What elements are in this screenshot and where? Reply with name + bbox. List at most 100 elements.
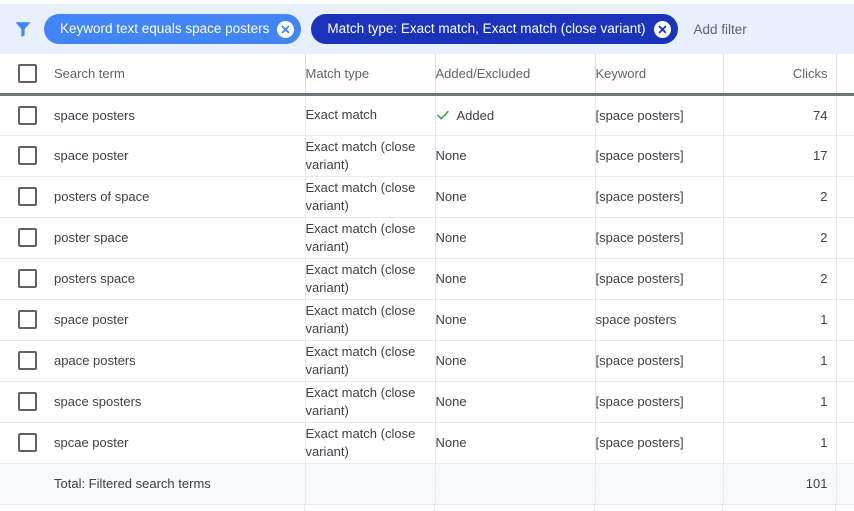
table-row[interactable]: space posters Exact match Added [space post… <box>0 94 854 136</box>
added-excluded-label: None <box>435 394 467 409</box>
row-select-checkbox[interactable] <box>18 187 37 206</box>
table-body: space posters Exact match Added [space post… <box>0 94 854 505</box>
filter-bar: Keyword text equals space posters Match … <box>0 4 854 54</box>
table-row[interactable]: posters of space Exact match (close varia… <box>0 176 854 218</box>
close-icon[interactable] <box>653 20 671 38</box>
select-all-checkbox[interactable] <box>18 63 37 83</box>
cell-search-term: spcae poster <box>54 422 306 464</box>
cell-search-term: posters space <box>54 258 306 300</box>
cell-keyword: [space posters] <box>595 217 724 259</box>
cell-match-type: Exact match (close variant) <box>305 176 436 218</box>
added-excluded-label: None <box>435 230 467 245</box>
filter-bar-container: Keyword text equals space posters Match … <box>0 0 854 54</box>
cell-clicks: 1 <box>723 381 837 423</box>
cell-search-term: space sposters <box>54 381 306 423</box>
row-select-cell <box>0 135 54 177</box>
table-row[interactable]: apace posters Exact match (close variant)… <box>0 340 854 382</box>
total-overflow <box>836 463 854 505</box>
total-clicks: 101 <box>723 463 837 505</box>
cell-overflow <box>836 135 854 177</box>
add-filter-button[interactable]: Add filter <box>688 22 747 37</box>
cell-added-excluded: None <box>435 135 596 177</box>
table-row[interactable]: spcae poster Exact match (close variant) N… <box>0 422 854 464</box>
column-header-clicks[interactable]: Clicks <box>723 54 837 96</box>
added-excluded-label: None <box>435 189 467 204</box>
cell-clicks: 2 <box>723 258 837 300</box>
cell-search-term: space poster <box>54 299 306 341</box>
cell-match-type: Exact match (close variant) <box>305 340 436 382</box>
cell-clicks: 2 <box>723 176 837 218</box>
cell-search-term: poster space <box>54 217 306 259</box>
cell-keyword: [space posters] <box>595 94 724 136</box>
cell-overflow <box>836 340 854 382</box>
close-icon[interactable] <box>277 20 295 38</box>
cell-overflow <box>836 217 854 259</box>
table-row[interactable]: poster space Exact match (close variant) N… <box>0 217 854 259</box>
row-select-cell <box>0 94 54 136</box>
cell-clicks: 1 <box>723 299 837 341</box>
row-select-cell <box>0 381 54 423</box>
added-excluded-label: None <box>435 435 467 450</box>
row-select-cell <box>0 176 54 218</box>
row-select-checkbox[interactable] <box>18 433 37 452</box>
cell-overflow <box>836 299 854 341</box>
total-label: Total: Filtered search terms <box>54 463 306 505</box>
added-excluded-label: None <box>435 271 467 286</box>
added-excluded-label: None <box>435 312 467 327</box>
row-select-cell <box>0 217 54 259</box>
cell-overflow <box>836 422 854 464</box>
table-row[interactable]: space poster Exact match (close variant) N… <box>0 135 854 177</box>
table-row[interactable]: space poster Exact match (close variant) N… <box>0 299 854 341</box>
cell-keyword: [space posters] <box>595 422 724 464</box>
row-select-cell <box>0 258 54 300</box>
column-header-keyword[interactable]: Keyword <box>595 54 724 96</box>
next-row-partial <box>0 504 854 511</box>
row-select-checkbox[interactable] <box>18 105 37 125</box>
row-select-checkbox[interactable] <box>18 392 37 411</box>
table-header-row: Search term Match type Added/Excluded Ke… <box>0 54 854 96</box>
cell-match-type: Exact match (close variant) <box>305 217 436 259</box>
added-excluded-label: Added <box>456 107 495 123</box>
cell-keyword: [space posters] <box>595 176 724 218</box>
column-header-match-type[interactable]: Match type <box>305 54 436 96</box>
added-excluded-label: None <box>435 148 467 163</box>
column-header-added-excluded[interactable]: Added/Excluded <box>435 54 596 96</box>
cell-clicks: 1 <box>723 422 837 464</box>
cell-clicks: 17 <box>723 135 837 177</box>
cell-match-type: Exact match (close variant) <box>305 258 436 300</box>
row-select-checkbox[interactable] <box>18 269 37 288</box>
filter-chip-match-type[interactable]: Match type: Exact match, Exact match (cl… <box>311 14 678 44</box>
total-keyword <box>595 463 724 505</box>
cell-keyword: [space posters] <box>595 340 724 382</box>
cell-clicks: 1 <box>723 340 837 382</box>
cell-keyword: [space posters] <box>595 381 724 423</box>
cell-keyword: [space posters] <box>595 135 724 177</box>
table-header: Search term Match type Added/Excluded Ke… <box>0 54 854 96</box>
cell-added-excluded: None <box>435 422 596 464</box>
search-terms-table: Search term Match type Added/Excluded Ke… <box>0 54 854 505</box>
column-header-search-term[interactable]: Search term <box>54 54 306 96</box>
row-select-cell <box>0 340 54 382</box>
row-select-checkbox[interactable] <box>18 228 37 247</box>
table-row[interactable]: posters space Exact match (close variant)… <box>0 258 854 300</box>
select-all-header-cell <box>0 54 54 96</box>
row-select-checkbox[interactable] <box>18 146 37 165</box>
row-select-checkbox[interactable] <box>18 310 37 329</box>
cell-added-excluded: None <box>435 217 596 259</box>
row-select-cell <box>0 422 54 464</box>
total-added-excluded <box>435 463 596 505</box>
check-icon <box>436 110 449 120</box>
cell-overflow <box>836 258 854 300</box>
table-total-row: Total: Filtered search terms 101 <box>0 463 854 505</box>
cell-keyword: space posters <box>595 299 724 341</box>
row-select-checkbox[interactable] <box>18 351 37 370</box>
cell-search-term: apace posters <box>54 340 306 382</box>
filter-funnel-icon[interactable] <box>14 20 32 38</box>
filter-chip-keyword-text[interactable]: Keyword text equals space posters <box>44 14 302 44</box>
cell-match-type: Exact match (close variant) <box>305 422 436 464</box>
filter-chip-label: Match type: Exact match, Exact match (cl… <box>327 21 646 37</box>
table-row[interactable]: space sposters Exact match (close variant… <box>0 381 854 423</box>
cell-clicks: 2 <box>723 217 837 259</box>
cell-keyword: [space posters] <box>595 258 724 300</box>
cell-search-term: posters of space <box>54 176 306 218</box>
